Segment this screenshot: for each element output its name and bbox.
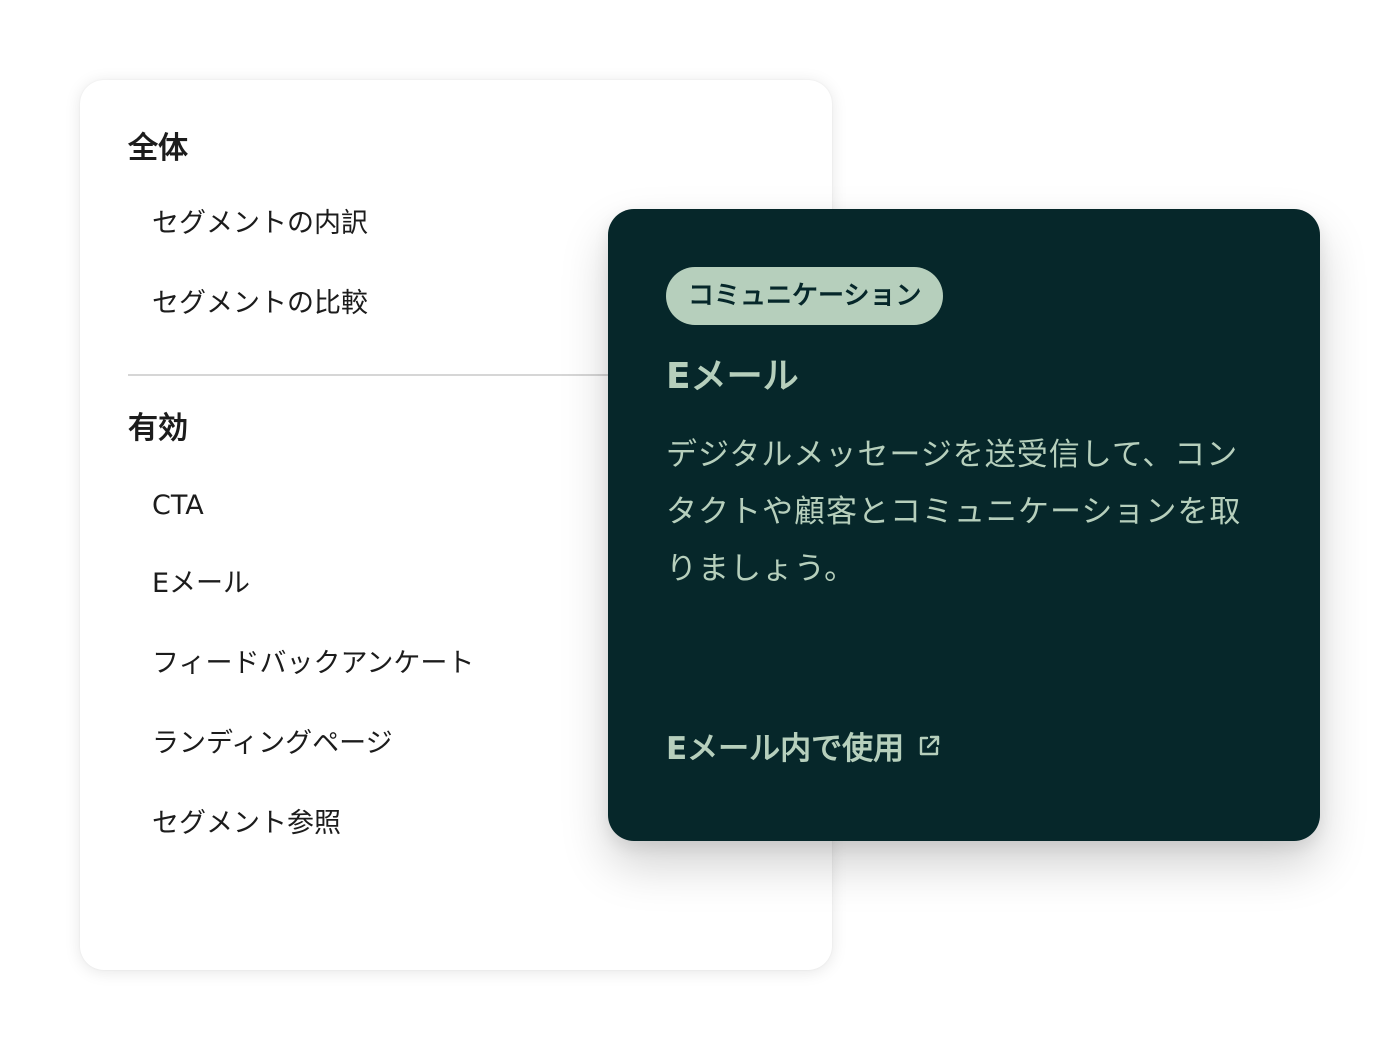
menu-item-feedback-survey[interactable]: フィードバックアンケート	[152, 650, 474, 677]
section-heading-active: 有効	[128, 411, 188, 446]
info-card-description: デジタルメッセージを送受信して、コンタクトや顧客とコミュニケーションを取りましょ…	[666, 437, 1242, 587]
menu-item-segment-breakdown[interactable]: セグメントの内訳	[152, 210, 368, 237]
use-in-email-link-label: Eメール内で使用	[666, 731, 905, 767]
menu-item-segment-comparison[interactable]: セグメントの比較	[152, 290, 368, 317]
section-heading-overall: 全体	[128, 131, 188, 166]
menu-item-segment-reference[interactable]: セグメント参照	[152, 810, 341, 837]
category-tag: コミュニケーション	[666, 267, 944, 325]
menu-item-email[interactable]: Eメール	[152, 570, 250, 597]
email-info-card: コミュニケーション Eメール デジタルメッセージを送受信して、コンタクトや顧客と…	[608, 209, 1320, 841]
use-in-email-link[interactable]: Eメール内で使用	[666, 723, 942, 768]
info-card-title: Eメール	[666, 356, 799, 397]
menu-item-landing-page[interactable]: ランディングページ	[152, 730, 393, 757]
external-link-icon	[916, 733, 942, 759]
menu-item-cta[interactable]: CTA	[152, 492, 204, 519]
